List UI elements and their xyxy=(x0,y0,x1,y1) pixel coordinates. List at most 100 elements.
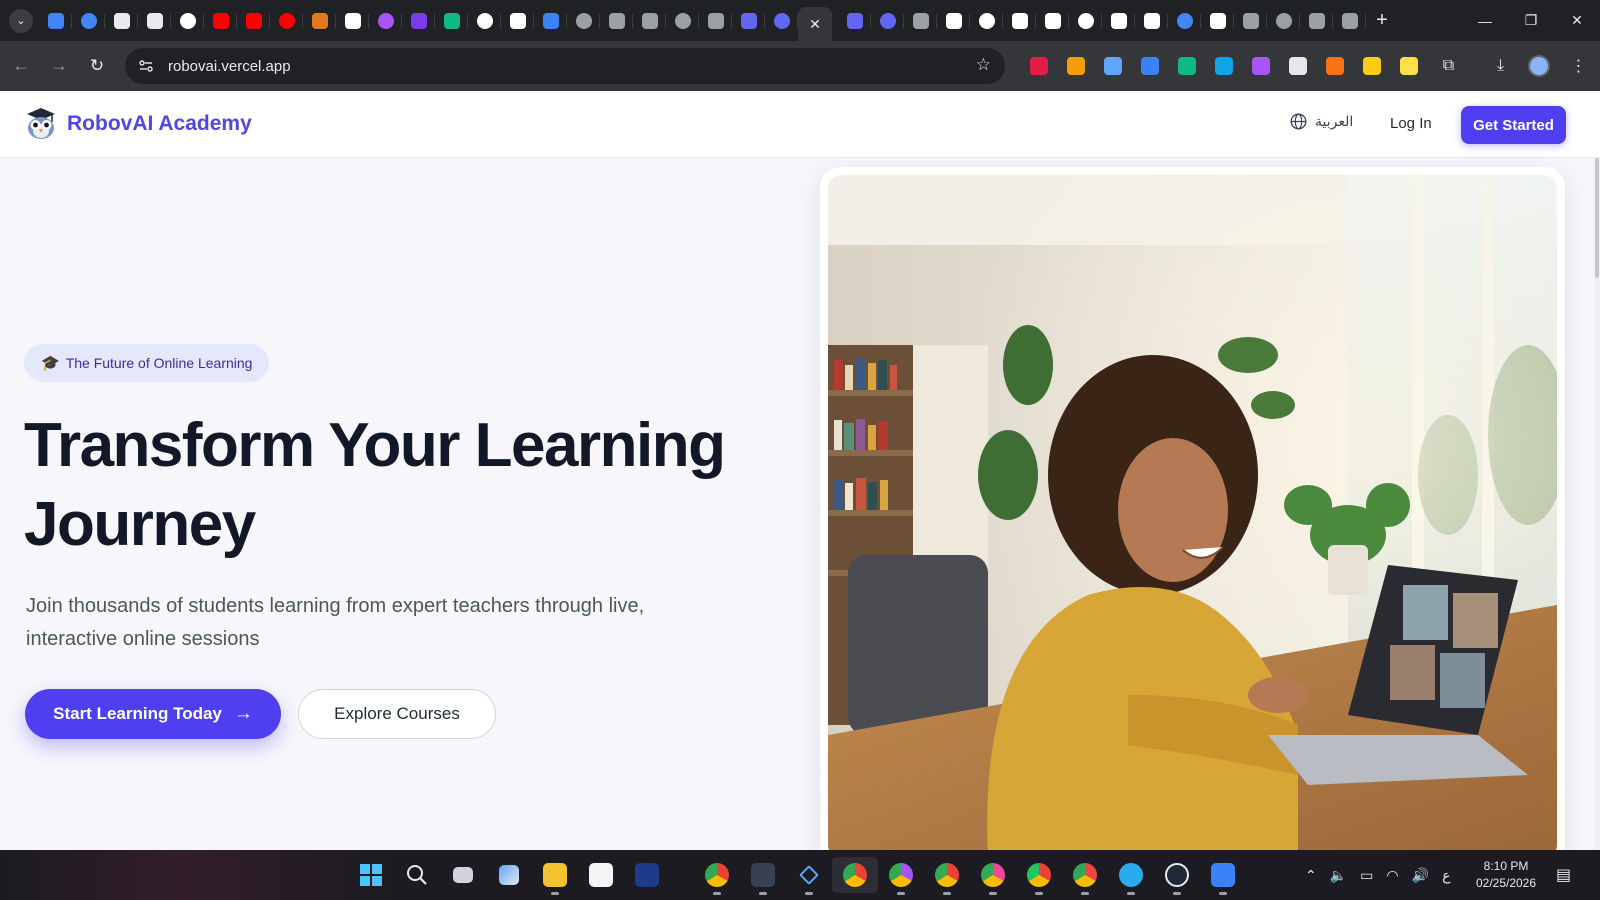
chrome-profile-green-button[interactable] xyxy=(1016,857,1062,895)
minimize-button[interactable]: — xyxy=(1462,0,1508,41)
browser-tab[interactable] xyxy=(435,5,468,37)
page-scrollbar[interactable] xyxy=(1594,158,1600,850)
browser-tab[interactable] xyxy=(1102,5,1135,37)
speaker-icon[interactable]: 🔈 xyxy=(1330,867,1347,884)
browser-tab[interactable] xyxy=(666,5,699,37)
widgets-button[interactable] xyxy=(486,857,532,893)
browser-tab[interactable] xyxy=(1069,5,1102,37)
browser-tab[interactable] xyxy=(39,5,72,37)
show-hidden-icons-chevron-icon[interactable]: ⌃ xyxy=(1305,867,1317,884)
browser-tab[interactable] xyxy=(1333,5,1366,37)
browser-tab[interactable] xyxy=(270,5,303,37)
browser-tab[interactable] xyxy=(765,5,798,37)
url-text[interactable]: robovai.vercel.app xyxy=(168,58,291,75)
browser-tab[interactable] xyxy=(1300,5,1333,37)
explore-courses-button[interactable]: Explore Courses xyxy=(298,689,496,739)
browser-tab[interactable] xyxy=(871,5,904,37)
extension-button[interactable] xyxy=(1279,49,1316,83)
telegram-button[interactable] xyxy=(1108,857,1154,895)
screen-recorder-button[interactable] xyxy=(1200,857,1246,895)
browser-tab[interactable] xyxy=(904,5,937,37)
extensions-puzzle-icon[interactable]: ⧉ xyxy=(1430,49,1467,83)
taskbar-clock[interactable]: 8:10 PM 02/25/2026 xyxy=(1470,858,1542,892)
browser-tab[interactable] xyxy=(699,5,732,37)
wifi-icon[interactable]: ◠ xyxy=(1386,867,1398,884)
chrome-profile-n-button[interactable] xyxy=(970,857,1016,895)
browser-tab[interactable] xyxy=(501,5,534,37)
browser-tab[interactable] xyxy=(402,5,435,37)
browser-tab[interactable] xyxy=(369,5,402,37)
browser-tab[interactable] xyxy=(567,5,600,37)
browser-tab[interactable] xyxy=(937,5,970,37)
extension-button[interactable] xyxy=(1353,49,1390,83)
extension-button[interactable] xyxy=(1020,49,1057,83)
chrome-profile-m-button[interactable] xyxy=(878,857,924,895)
get-started-button[interactable]: Get Started xyxy=(1461,106,1566,144)
browser-tab[interactable] xyxy=(600,5,633,37)
close-tab-icon[interactable]: ✕ xyxy=(809,16,821,33)
extension-button[interactable] xyxy=(1168,49,1205,83)
tab-search-dropdown-icon[interactable]: ⌄ xyxy=(9,8,33,33)
browser-tab[interactable] xyxy=(838,5,871,37)
browser-tab[interactable] xyxy=(204,5,237,37)
terminal-button[interactable] xyxy=(740,857,786,895)
new-tab-button[interactable]: + xyxy=(1366,9,1398,32)
search-button[interactable] xyxy=(394,857,440,893)
browser-tab[interactable] xyxy=(336,5,369,37)
chrome-profile-1-button[interactable] xyxy=(694,857,740,895)
browser-menu-icon[interactable]: ⋮ xyxy=(1560,49,1597,83)
extension-button[interactable] xyxy=(1205,49,1242,83)
browser-tab[interactable] xyxy=(1135,5,1168,37)
reload-icon[interactable]: ↻ xyxy=(80,49,114,83)
owl-logo-icon[interactable] xyxy=(24,106,58,140)
browser-tab[interactable] xyxy=(1036,5,1069,37)
browser-tab[interactable] xyxy=(303,5,336,37)
battery-icon[interactable]: ▭ xyxy=(1360,867,1373,884)
extension-button[interactable] xyxy=(1390,49,1427,83)
back-arrow-icon[interactable]: ← xyxy=(4,49,38,83)
restore-button[interactable]: ❐ xyxy=(1508,0,1554,41)
language-switcher[interactable]: العربية xyxy=(1290,113,1353,130)
start-learning-button[interactable]: Start Learning Today → xyxy=(25,689,281,739)
browser-tab[interactable] xyxy=(237,5,270,37)
browser-tab[interactable] xyxy=(105,5,138,37)
pen-app-button[interactable] xyxy=(786,857,832,895)
chrome-active-button[interactable] xyxy=(832,857,878,893)
active-tab[interactable]: ✕ xyxy=(798,7,832,41)
browser-tab[interactable] xyxy=(1267,5,1300,37)
extension-button[interactable] xyxy=(1316,49,1353,83)
scrollbar-thumb[interactable] xyxy=(1595,158,1599,278)
browser-tab[interactable] xyxy=(138,5,171,37)
close-window-button[interactable]: ✕ xyxy=(1554,0,1600,41)
chrome-profile-3-button[interactable] xyxy=(924,857,970,895)
browser-tab[interactable] xyxy=(72,5,105,37)
browser-tab[interactable] xyxy=(970,5,1003,37)
browser-tab[interactable] xyxy=(732,5,765,37)
profile-avatar[interactable] xyxy=(1520,49,1557,83)
browser-tab[interactable] xyxy=(468,5,501,37)
chrome-profile-s-button[interactable] xyxy=(1062,857,1108,895)
brand-name[interactable]: RobovAI Academy xyxy=(67,112,252,136)
task-view-button[interactable] xyxy=(440,857,486,893)
extension-button[interactable] xyxy=(1242,49,1279,83)
download-icon[interactable]: ⤓ xyxy=(1482,49,1519,83)
g-app-button[interactable] xyxy=(624,857,670,893)
extension-button[interactable] xyxy=(1057,49,1094,83)
microsoft-store-button[interactable] xyxy=(578,857,624,893)
start-button[interactable] xyxy=(348,857,394,893)
extension-button[interactable] xyxy=(1094,49,1131,83)
browser-tab[interactable] xyxy=(1168,5,1201,37)
input-language-indicator[interactable]: ع xyxy=(1442,867,1450,884)
site-info-icon[interactable] xyxy=(136,56,156,76)
media-player-button[interactable] xyxy=(1154,857,1200,895)
browser-tab[interactable] xyxy=(534,5,567,37)
bookmark-star-icon[interactable]: ☆ xyxy=(976,55,991,75)
browser-tab[interactable] xyxy=(1003,5,1036,37)
forward-arrow-icon[interactable]: → xyxy=(42,49,76,83)
browser-tab[interactable] xyxy=(171,5,204,37)
address-bar[interactable]: robovai.vercel.app ☆ xyxy=(125,48,1005,84)
browser-tab[interactable] xyxy=(633,5,666,37)
notification-icon[interactable]: ▤ xyxy=(1556,865,1571,885)
extension-button[interactable] xyxy=(1131,49,1168,83)
file-explorer-button[interactable] xyxy=(532,857,578,895)
